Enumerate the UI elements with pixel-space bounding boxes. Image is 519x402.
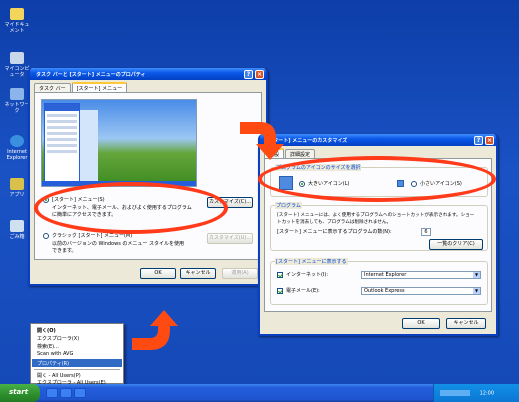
- quick-launch-desktop-icon[interactable]: [60, 388, 72, 398]
- preview-taskbar: [42, 181, 196, 186]
- small-icons-radio[interactable]: [411, 181, 417, 187]
- internet-label: インターネット(I):: [286, 272, 329, 278]
- programs-desc-line1: [スタート] メニューには、よく使用するプログラムへのショートカットが表示されま…: [277, 213, 475, 218]
- folder-icon: [10, 8, 24, 20]
- dialog1-title: タスク バーと [スタート] メニューのプロパティ: [36, 72, 146, 78]
- help-button[interactable]: ?: [474, 136, 483, 145]
- dialog1-titlebar[interactable]: タスク バーと [スタート] メニューのプロパティ ? ×: [30, 68, 266, 80]
- tab-taskbar[interactable]: タスク バー: [34, 83, 71, 92]
- start-menu-preview: [41, 99, 197, 187]
- customize-classic-button[interactable]: カスタマイズ(U)...: [207, 233, 253, 244]
- email-combo[interactable]: Outlook Express ▼: [361, 287, 481, 295]
- apply-button[interactable]: 適用(A): [222, 268, 258, 279]
- desktop-icon-recycle[interactable]: ごみ箱: [4, 220, 30, 240]
- dialog2-tab-panel: プログラムのアイコンのサイズを選択 大きいアイコン(L) 小さいアイコン(S) …: [264, 158, 492, 312]
- desktop-icon-app[interactable]: アプリ: [4, 178, 30, 198]
- start-menu-label: [スタート] メニュー(S): [52, 197, 105, 203]
- tray-icons: [440, 390, 470, 396]
- chevron-down-icon: ▼: [473, 288, 480, 294]
- taskbar-properties-dialog: タスク バーと [スタート] メニューのプロパティ ? × タスク バー [スタ…: [28, 68, 268, 286]
- context-menu-item[interactable]: 開く(O): [37, 327, 56, 334]
- desktop-icon-network[interactable]: ネットワーク: [4, 88, 30, 114]
- context-menu-item[interactable]: エクスプローラ(X): [37, 335, 79, 342]
- clock: 12:00: [479, 390, 495, 397]
- desktop-icon-computer[interactable]: マイコンピュータ: [4, 52, 30, 78]
- dialog2-titlebar[interactable]: [スタート] メニューのカスタマイズ ? ×: [260, 134, 496, 146]
- programs-count-spinner[interactable]: 6: [421, 228, 431, 236]
- quick-launch-ie-icon[interactable]: [46, 388, 58, 398]
- start-button[interactable]: start: [0, 384, 40, 402]
- start-menu-desc-line2: に簡単にアクセスできます。: [52, 212, 117, 218]
- help-button[interactable]: ?: [244, 70, 253, 79]
- cancel-button[interactable]: キャンセル: [446, 318, 486, 329]
- icon-size-group-label: プログラムのアイコンのサイズを選択: [275, 164, 362, 171]
- start-button-context-menu: 開く(O) エクスプローラ(X) 検索(E)... Scan with AVG …: [30, 323, 124, 386]
- start-menu-desc-line1: インターネット、電子メール、およびよく使用するプログラム: [52, 205, 192, 211]
- ok-button[interactable]: OK: [140, 268, 176, 279]
- context-menu-separator: [34, 369, 120, 370]
- quick-launch-media-icon[interactable]: [74, 388, 86, 398]
- email-checkbox[interactable]: [277, 288, 283, 294]
- application-icon: [10, 178, 24, 190]
- desktop: マイドキュメント マイコンピュータ ネットワーク Internet Explor…: [0, 0, 519, 386]
- classic-desc-line1: 以前のバージョンの Windows のメニュー スタイルを使用: [52, 241, 184, 247]
- email-label: 電子メール(E):: [286, 288, 320, 294]
- classic-start-menu-label: クラシック [スタート] メニュー(M): [52, 233, 133, 239]
- arrow-to-customize-icon: [240, 122, 284, 160]
- programs-desc-line2: トカットを消去しても、プログラムは削除されません。: [277, 220, 392, 225]
- customize-start-menu-button[interactable]: カスタマイズ(C)...: [207, 197, 253, 208]
- large-icon-icon: [279, 176, 293, 190]
- preview-start-menu-right: [80, 110, 98, 183]
- preview-start-menu-panel: [44, 103, 80, 183]
- classic-desc-line2: できます。: [52, 248, 77, 254]
- icon-size-group: プログラムのアイコンのサイズを選択 大きいアイコン(L) 小さいアイコン(S): [270, 164, 488, 197]
- large-icons-radio[interactable]: [299, 181, 305, 187]
- customize-start-menu-dialog: [スタート] メニューのカスタマイズ ? × 全般 詳細設定 プログラムのアイコ…: [258, 134, 498, 336]
- tab-start-menu[interactable]: [スタート] メニュー: [71, 82, 128, 92]
- desktop-icon-documents[interactable]: マイドキュメント: [4, 8, 30, 34]
- programs-group: プログラム [スタート] メニューには、よく使用するプログラムへのショートカット…: [270, 202, 488, 251]
- dialog1-tabs: タスク バー [スタート] メニュー: [34, 82, 128, 92]
- context-menu-item[interactable]: Scan with AVG: [37, 351, 73, 357]
- cancel-button[interactable]: キャンセル: [180, 268, 216, 279]
- clear-list-button[interactable]: 一覧のクリア(C): [429, 239, 483, 250]
- internet-combo[interactable]: Internet Explorer ▼: [361, 271, 481, 279]
- internet-checkbox[interactable]: [277, 272, 283, 278]
- system-tray: 12:00: [433, 384, 519, 402]
- show-on-start-group-label: [スタート] メニューに表示する: [275, 258, 348, 265]
- desktop-icon-ie[interactable]: Internet Explorer: [4, 135, 30, 161]
- dialog1-tab-panel: [スタート] メニュー(S) インターネット、電子メール、およびよく使用するプロ…: [34, 92, 262, 260]
- computer-icon: [10, 52, 24, 64]
- context-menu-item[interactable]: 開く - All Users(P): [37, 372, 81, 379]
- small-icon-icon: [397, 180, 404, 187]
- network-icon: [10, 88, 24, 100]
- context-menu-item-properties[interactable]: プロパティ(R): [37, 360, 69, 367]
- start-menu-radio[interactable]: [43, 197, 49, 203]
- large-icons-label: 大きいアイコン(L): [308, 181, 350, 187]
- programs-count-label: [スタート] メニューに表示するプログラムの数(N):: [277, 229, 392, 235]
- classic-start-menu-radio[interactable]: [43, 233, 49, 239]
- taskbar: start 12:00: [0, 384, 519, 402]
- chevron-down-icon: ▼: [473, 272, 480, 278]
- small-icons-label: 小さいアイコン(S): [420, 181, 462, 187]
- programs-group-label: プログラム: [275, 202, 302, 209]
- recycle-bin-icon: [10, 220, 24, 232]
- context-menu-item[interactable]: 検索(E)...: [37, 343, 59, 350]
- internet-explorer-icon: [10, 135, 24, 147]
- close-button[interactable]: ×: [255, 70, 264, 79]
- show-on-start-group: [スタート] メニューに表示する インターネット(I): Internet Ex…: [270, 258, 488, 305]
- ok-button[interactable]: OK: [402, 318, 440, 329]
- close-button[interactable]: ×: [485, 136, 494, 145]
- arrow-from-context-menu-icon: [132, 310, 178, 350]
